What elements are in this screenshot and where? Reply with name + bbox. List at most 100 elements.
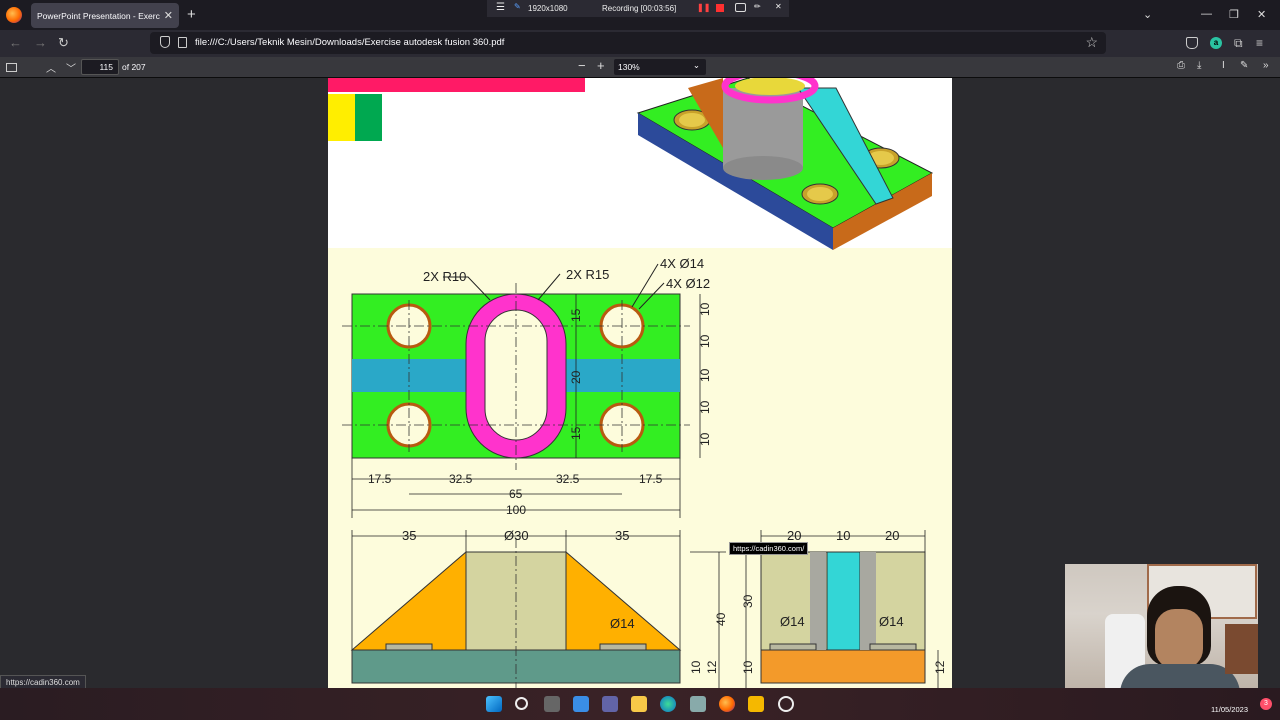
minimize-icon[interactable]: — [1201, 8, 1212, 20]
camera-icon[interactable] [735, 3, 746, 12]
dim-r10-2: 10 [698, 334, 712, 348]
save-icon[interactable]: ⤓ [1197, 60, 1201, 71]
tab-bar: PowerPoint Presentation - Exercise ✕ + ☰… [0, 0, 1280, 30]
dim-100: 100 [506, 503, 526, 517]
address-bar[interactable]: file:///C:/Users/Teknik Mesin/Downloads/… [150, 32, 1106, 54]
callout-d12: 4X Ø12 [666, 276, 710, 291]
page-icon [178, 37, 187, 48]
taskbar: 11/05/2023 3 [0, 688, 1280, 720]
dim-17-5-right: 17.5 [639, 472, 663, 486]
callout-d14: 4X Ø14 [660, 256, 704, 271]
status-link: https://cadin360.com [0, 675, 86, 689]
dim-side-10-v: 10 [741, 660, 755, 674]
previous-page-icon[interactable]: ︿ [46, 60, 56, 75]
url-text[interactable]: file:///C:/Users/Teknik Mesin/Downloads/… [195, 37, 504, 48]
shield-icon[interactable] [160, 36, 170, 48]
dim-35-right: 35 [615, 528, 629, 543]
widgets-icon[interactable] [573, 696, 589, 712]
chevron-down-icon[interactable]: ⌄ [1143, 8, 1152, 21]
chat-icon[interactable] [602, 696, 618, 712]
tab-pdf[interactable]: PowerPoint Presentation - Exercise ✕ [31, 3, 179, 28]
dim-v20: 20 [569, 370, 583, 384]
powerpoint-icon[interactable] [748, 696, 764, 712]
forward-icon[interactable]: → [34, 35, 47, 50]
dim-r10-1: 10 [698, 302, 712, 316]
back-icon[interactable]: ← [9, 35, 22, 50]
link-tooltip: https://cadin360.com/ [729, 542, 809, 555]
tab-close-icon[interactable]: ✕ [164, 9, 173, 22]
dim-front-12: 12 [705, 660, 719, 674]
firefox-taskbar-icon[interactable] [719, 696, 735, 712]
firefox-icon [6, 7, 22, 23]
dim-side-20-left: 20 [787, 528, 801, 543]
dim-30: 30 [741, 594, 755, 608]
yellow-swatch [328, 94, 355, 141]
zoom-in-icon[interactable]: + [597, 58, 605, 73]
dim-v15-a: 15 [569, 308, 583, 322]
dim-side-12: 12 [933, 660, 947, 674]
dim-40: 40 [714, 612, 728, 626]
draw-tool-icon[interactable]: ✎ [1240, 60, 1248, 71]
chevron-down-icon: ⌄ [692, 60, 700, 70]
pocket-icon[interactable] [1186, 37, 1198, 49]
zoom-select[interactable]: 130% ⌄ [614, 59, 706, 75]
bookshelf [1225, 624, 1258, 674]
more-tools-icon[interactable]: » [1263, 60, 1269, 71]
dim-17-5-left: 17.5 [368, 472, 392, 486]
record-icon[interactable] [778, 696, 794, 712]
restore-icon[interactable]: ❐ [1229, 8, 1239, 21]
dim-r10-3: 10 [698, 368, 712, 382]
stop-icon[interactable] [716, 4, 724, 12]
pause-icon[interactable]: ❚❚ [697, 3, 710, 12]
edge-icon[interactable] [660, 696, 676, 712]
nav-bar: ← → ↻ file:///C:/Users/Teknik Mesin/Down… [0, 30, 1280, 57]
reload-icon[interactable]: ↻ [58, 35, 69, 51]
print-icon[interactable]: ⎙ [1177, 60, 1185, 71]
text-tool-icon[interactable]: I [1222, 60, 1225, 71]
green-swatch [355, 94, 382, 141]
next-page-icon[interactable]: ﹀ [66, 60, 76, 75]
dim-front-d14: Ø14 [610, 616, 635, 631]
dim-32-5-right: 32.5 [556, 472, 580, 486]
app-icon[interactable] [690, 696, 706, 712]
page-total: of 207 [122, 62, 146, 72]
dim-65: 65 [509, 487, 523, 501]
callout-r10: 2X R10 [423, 269, 466, 284]
front-view: 35 Ø30 35 Ø14 40 10 12 [350, 528, 728, 688]
sidebar-toggle-icon[interactable] [6, 63, 17, 72]
dim-35-left: 35 [402, 528, 416, 543]
pdf-toolbar: ︿ ﹀ 115 of 207 − + 130% ⌄ ⎙ ⤓ I ✎ » [0, 57, 1280, 78]
notification-badge[interactable]: 3 [1260, 698, 1272, 710]
extension-badge-icon[interactable]: a [1210, 37, 1222, 49]
close-icon[interactable]: ✕ [775, 2, 782, 11]
menu-icon[interactable]: ☰ [496, 2, 505, 13]
webcam-overlay [1065, 564, 1258, 707]
recorder-resolution: 1920x1080 [528, 4, 568, 13]
person-face [1155, 609, 1203, 669]
new-tab-button[interactable]: + [187, 6, 196, 23]
zoom-out-icon[interactable]: − [578, 58, 586, 73]
dim-side-10: 10 [836, 528, 850, 543]
extensions-icon[interactable]: ⧉ [1234, 37, 1246, 49]
pdf-page: 2X R10 2X R15 4X Ø14 4X Ø12 15 20 15 10 … [328, 78, 952, 688]
zoom-value: 130% [618, 62, 640, 72]
dim-r10-4: 10 [698, 400, 712, 414]
dim-side-d14-left: Ø14 [780, 614, 805, 629]
dim-r10-5: 10 [698, 432, 712, 446]
technical-drawing: 2X R10 2X R15 4X Ø14 4X Ø12 15 20 15 10 … [328, 78, 952, 688]
window-close-icon[interactable]: ✕ [1257, 8, 1266, 21]
start-icon[interactable] [486, 696, 502, 712]
file-explorer-icon[interactable] [631, 696, 647, 712]
callout-r15: 2X R15 [566, 267, 609, 282]
pen-icon[interactable]: ✏ [754, 2, 761, 11]
page-number-input[interactable]: 115 [81, 59, 119, 75]
bookmark-star-icon[interactable]: ☆ [1085, 34, 1098, 51]
search-icon[interactable] [515, 697, 528, 710]
recorder-bar: ☰ ✎ 1920x1080 Recording [00:03:56] ❚❚ ✏ … [487, 0, 789, 17]
dim-v15-b: 15 [569, 426, 583, 440]
hamburger-menu-icon[interactable]: ≡ [1256, 37, 1268, 49]
task-view-icon[interactable] [544, 696, 560, 712]
dim-side-20-right: 20 [885, 528, 899, 543]
clock-date[interactable]: 11/05/2023 [1211, 705, 1248, 714]
pin-icon[interactable]: ✎ [514, 2, 521, 11]
